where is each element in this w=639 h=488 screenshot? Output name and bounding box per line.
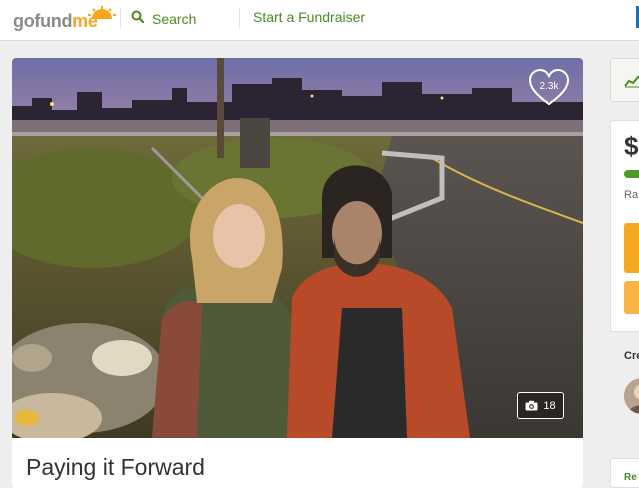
top-nav-bar: gofundme Search Start a Fundraiser: [0, 0, 639, 41]
share-button[interactable]: [624, 281, 639, 314]
search-icon: [131, 10, 145, 28]
header-divider: [239, 8, 240, 28]
logo-fund: fund: [34, 11, 73, 31]
progress-bar: [624, 170, 639, 178]
search-label: Search: [152, 11, 197, 27]
chart-icon: [624, 74, 639, 93]
campaign-photo[interactable]: 2.3k 18: [12, 58, 583, 438]
avatar[interactable]: [624, 378, 639, 414]
recent-donations-label: Re: [624, 472, 637, 483]
recent-donations-card: Re: [610, 458, 639, 488]
logo-sun-icon: [87, 4, 117, 25]
donation-summary-card: $ Ra: [610, 120, 639, 332]
camera-icon: [525, 400, 538, 411]
start-fundraiser-link[interactable]: Start a Fundraiser: [253, 9, 365, 25]
created-by-label: Cre: [624, 350, 639, 362]
like-count: 2.3k: [539, 81, 559, 92]
campaign-card: 2.3k 18 Paying it Forward: [12, 58, 583, 488]
stats-tab[interactable]: [610, 58, 639, 102]
amount-raised: $: [624, 131, 639, 161]
campaign-title: Paying it Forward: [26, 454, 205, 480]
header-divider: [120, 8, 121, 28]
donate-now-button[interactable]: [624, 223, 639, 273]
raised-of-goal-text: Ra: [624, 189, 639, 201]
photo-gallery-button[interactable]: 18: [517, 392, 564, 419]
like-button[interactable]: 2.3k: [529, 69, 569, 107]
logo-go: go: [13, 11, 35, 31]
search-button[interactable]: Search: [131, 8, 196, 30]
photo-count: 18: [543, 399, 556, 412]
progress-fill: [624, 170, 639, 178]
